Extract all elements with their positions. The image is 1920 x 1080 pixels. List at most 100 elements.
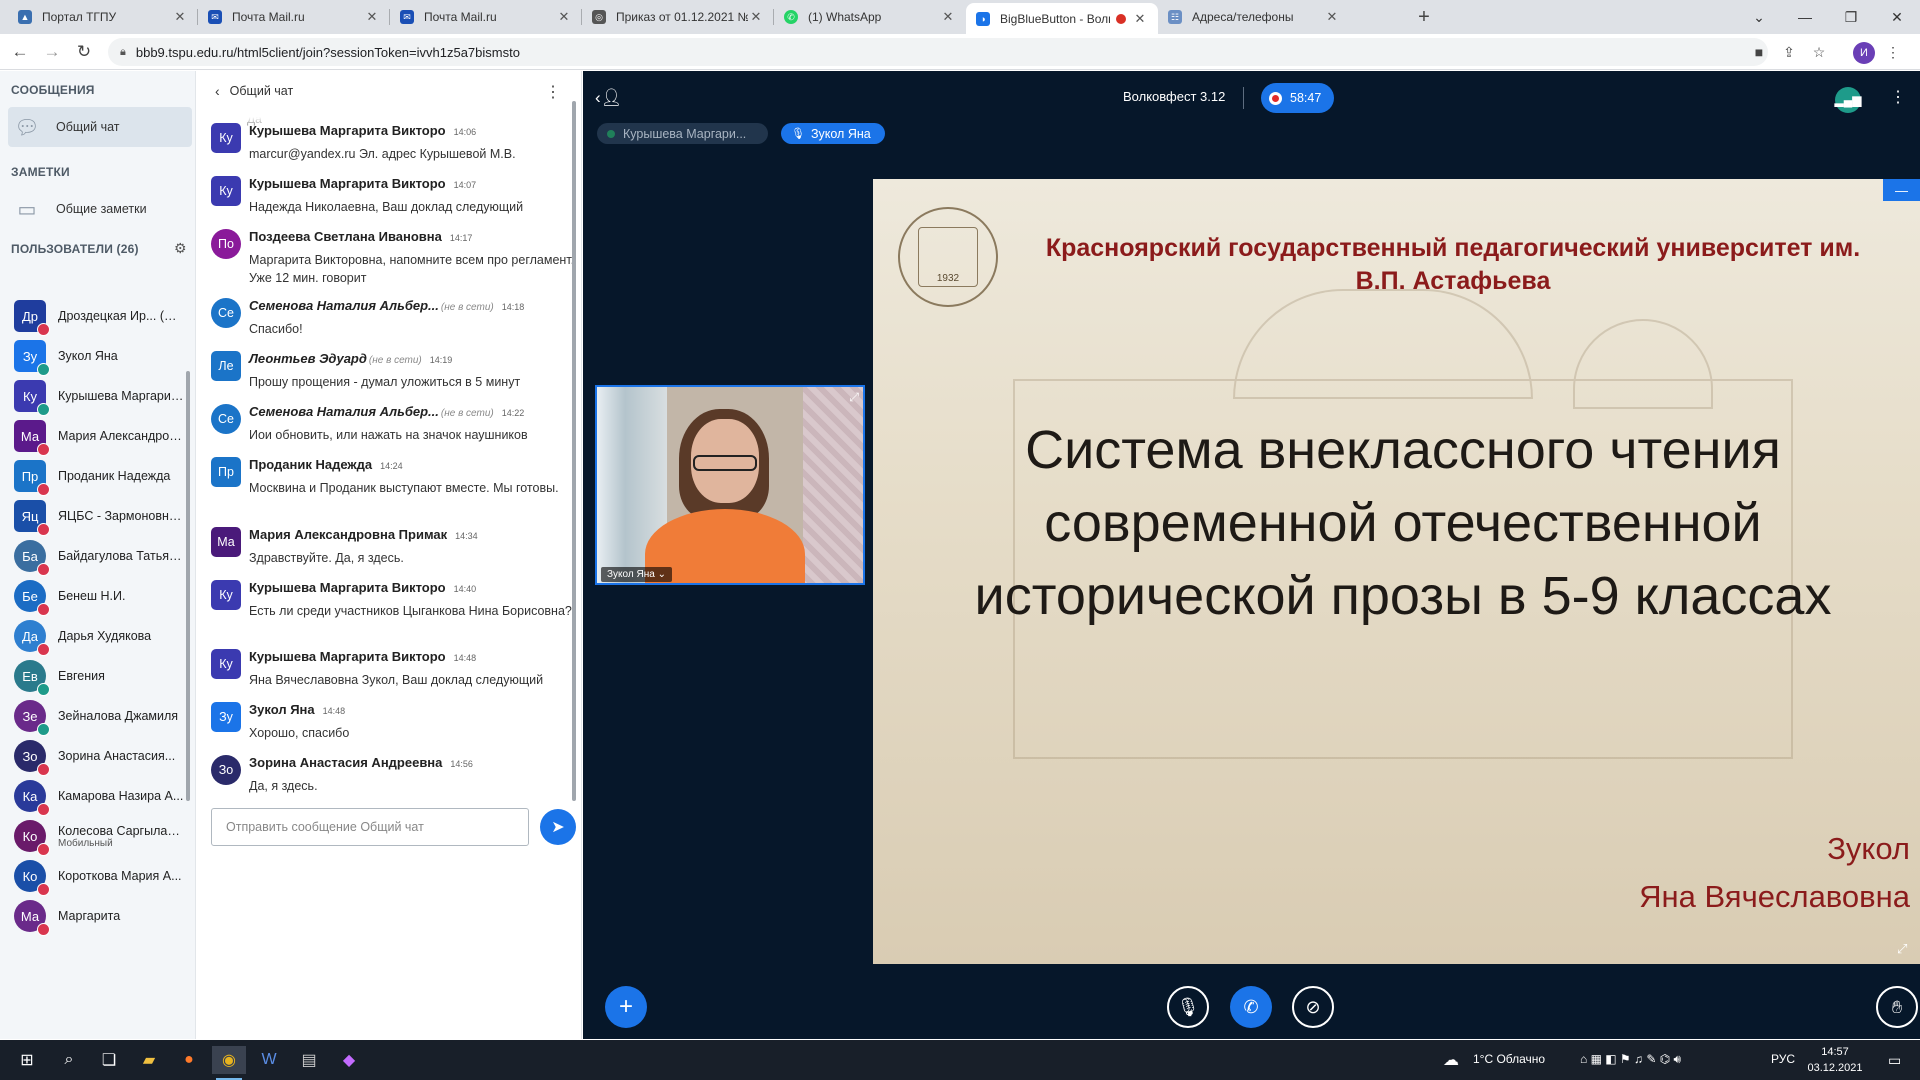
- close-tab-icon[interactable]: ✕: [172, 9, 188, 25]
- tray-icons[interactable]: ⌂ ▦ ◧ ⚑ ♫ ✎ ⌬ 🔊︎: [1580, 1052, 1681, 1067]
- system-clock[interactable]: 14:57 03.12.2021: [1807, 1044, 1863, 1076]
- url-field[interactable]: 🔒︎ bbb9.tspu.edu.ru/html5client/join?ses…: [108, 38, 1768, 66]
- chat-message-input[interactable]: Отправить сообщение Общий чат: [211, 808, 529, 846]
- user-list-scrollbar[interactable]: [186, 371, 190, 801]
- chat-message-time: 14:34: [455, 531, 478, 541]
- browser-tab-mail-1[interactable]: ✉ Почта Mail.ru ✕: [198, 0, 390, 34]
- user-list-item[interactable]: Др Дроздецкая Ир... (Вы): [14, 296, 184, 336]
- browser-tab-whatsapp[interactable]: ✆ (1) WhatsApp ✕: [774, 0, 966, 34]
- file-explorer-icon[interactable]: ▰: [132, 1046, 166, 1074]
- raise-hand-button[interactable]: ✋︎: [1876, 986, 1918, 1028]
- chat-message-author: Семенова Наталия Альбер...: [249, 298, 439, 313]
- close-tab-icon[interactable]: ✕: [1324, 9, 1340, 25]
- offline-label: (не в сети): [440, 302, 494, 313]
- user-list-item[interactable]: Да Дарья Худякова: [14, 616, 184, 656]
- windows-start-icon[interactable]: ⊞: [10, 1046, 44, 1074]
- browser-tab-order[interactable]: ◎ Приказ от 01.12.2021 № 570-1- ✕: [582, 0, 774, 34]
- browser-tab-mail-2[interactable]: ✉ Почта Mail.ru ✕: [390, 0, 582, 34]
- user-list-item[interactable]: Бе Бенеш Н.И.: [14, 576, 184, 616]
- profile-avatar[interactable]: И: [1853, 42, 1875, 64]
- user-list-item[interactable]: Яц ЯЦБС - Зармоновна...: [14, 496, 184, 536]
- close-tab-icon[interactable]: ✕: [364, 9, 380, 25]
- mic-status-icon: [37, 483, 50, 496]
- restore-window-icon[interactable]: ❐: [1828, 0, 1874, 34]
- task-view-icon[interactable]: ❏: [92, 1046, 126, 1074]
- chrome-icon[interactable]: ◉: [212, 1046, 246, 1080]
- user-name-text: Колесова Саргылана...: [58, 823, 184, 838]
- user-avatar: Ко: [14, 820, 50, 856]
- browser-tab-addresses[interactable]: ☷ Адреса/телефоны ✕: [1158, 0, 1350, 34]
- chat-options-icon[interactable]: ⋮: [545, 82, 561, 102]
- tab-search-icon[interactable]: ⌄: [1736, 0, 1782, 34]
- drop-app-icon[interactable]: ◆: [332, 1046, 366, 1074]
- close-window-icon[interactable]: ✕: [1874, 0, 1920, 34]
- user-list-item[interactable]: Ба Байдагулова Татьяна...: [14, 536, 184, 576]
- user-list-item[interactable]: Ко Короткова Мария А...: [14, 856, 184, 896]
- app-icon[interactable]: ▤: [292, 1046, 326, 1074]
- user-avatar: Яц: [14, 500, 50, 536]
- webcam-name-label[interactable]: Зукол Яна ⌄: [601, 567, 672, 582]
- firefox-icon[interactable]: ●: [172, 1046, 206, 1074]
- user-list-item[interactable]: Зо Зорина Анастасия...: [14, 736, 184, 776]
- user-avatar: Зе: [14, 700, 50, 736]
- building-gable: [1573, 319, 1713, 409]
- camera-permission-icon[interactable]: ■: [1748, 40, 1770, 64]
- user-avatar: Ка: [14, 780, 50, 816]
- reload-icon[interactable]: ↻: [72, 40, 96, 64]
- share-webcam-button[interactable]: ⊘: [1292, 986, 1334, 1028]
- shared-notes-item[interactable]: ▭ Общие заметки: [8, 189, 192, 229]
- leave-audio-button[interactable]: ✆: [1230, 986, 1272, 1028]
- close-tab-icon[interactable]: ✕: [1132, 11, 1148, 27]
- record-icon: [1269, 91, 1282, 105]
- chat-message-header: Курышева Маргарита Викторо 14:07: [249, 176, 579, 191]
- talking-indicator-active: 🎙︎ Зукол Яна: [781, 123, 885, 144]
- chevron-left-icon[interactable]: ‹: [215, 83, 220, 99]
- actions-plus-button[interactable]: +: [605, 986, 647, 1028]
- browser-tab-portal[interactable]: ▲ Портал ТГПУ ✕: [8, 0, 198, 34]
- mute-mic-button[interactable]: 🎙︎: [1167, 986, 1209, 1028]
- notifications-icon[interactable]: ▭: [1888, 1052, 1901, 1069]
- webcam-video[interactable]: Зукол Яна ⌄ ⤢: [595, 385, 865, 585]
- search-icon[interactable]: ⌕: [52, 1046, 86, 1074]
- weather-text[interactable]: 1°C Облачно: [1473, 1052, 1545, 1066]
- user-list-item[interactable]: Ма Мария Александровна...: [14, 416, 184, 456]
- close-tab-icon[interactable]: ✕: [748, 9, 764, 25]
- options-menu-icon[interactable]: ⋮: [1890, 87, 1906, 107]
- user-list-item[interactable]: Ко Колесова Саргылана... Мобильный: [14, 816, 184, 856]
- forward-arrow-icon[interactable]: →: [40, 40, 64, 64]
- close-tab-icon[interactable]: ✕: [556, 9, 572, 25]
- share-icon[interactable]: ⇪: [1778, 40, 1800, 64]
- bookmark-star-icon[interactable]: ☆: [1808, 40, 1830, 64]
- plus-icon: +: [618, 993, 633, 1020]
- user-list-item[interactable]: Ев Евгения: [14, 656, 184, 696]
- minimize-window-icon[interactable]: —: [1782, 0, 1828, 34]
- user-list-item[interactable]: Зе Зейналова Джамиля: [14, 696, 184, 736]
- word-icon[interactable]: W: [252, 1046, 286, 1074]
- user-list-item[interactable]: Ка Камарова Назира А...: [14, 776, 184, 816]
- chat-message-author: Леонтьев Эдуард: [249, 351, 367, 366]
- presentation-fullscreen-icon[interactable]: ⤢: [1897, 941, 1907, 957]
- close-tab-icon[interactable]: ✕: [940, 9, 956, 25]
- toggle-user-list-icon[interactable]: ‹👤︎: [595, 88, 622, 108]
- chat-header[interactable]: ‹ Общий чат: [197, 71, 581, 111]
- chat-message-text: marcur@yandex.ru Эл. адрес Курышевой М.В…: [249, 147, 516, 161]
- browser-tab-bigbluebutton[interactable]: ◑ BigBlueButton - Волковфес ✕: [966, 3, 1158, 34]
- minimize-presentation-icon[interactable]: —: [1883, 179, 1920, 201]
- public-chat-item[interactable]: 💬︎ Общий чат: [8, 107, 192, 147]
- browser-menu-icon[interactable]: ⋮: [1882, 40, 1904, 64]
- chat-scrollbar[interactable]: [572, 101, 576, 801]
- user-list-item[interactable]: Ку Курышева Маргарита...: [14, 376, 184, 416]
- user-list-item[interactable]: Пр Проданик Надежда: [14, 456, 184, 496]
- send-message-button[interactable]: ➤: [540, 809, 576, 845]
- connection-status-icon[interactable]: ▂▄▆: [1835, 87, 1861, 113]
- user-list-item[interactable]: Зу Зукол Яна: [14, 336, 184, 376]
- mic-status-icon: [37, 443, 50, 456]
- back-arrow-icon[interactable]: ←: [8, 40, 32, 64]
- mic-status-icon: [37, 683, 50, 696]
- new-tab-button[interactable]: +: [1407, 0, 1441, 34]
- recording-button[interactable]: 58:47: [1261, 83, 1334, 113]
- fullscreen-icon[interactable]: ⤢: [849, 390, 859, 405]
- user-list-item[interactable]: Ма Маргарита: [14, 896, 184, 936]
- user-settings-gear-icon[interactable]: ⚙: [174, 240, 187, 257]
- language-indicator[interactable]: РУС: [1771, 1052, 1795, 1066]
